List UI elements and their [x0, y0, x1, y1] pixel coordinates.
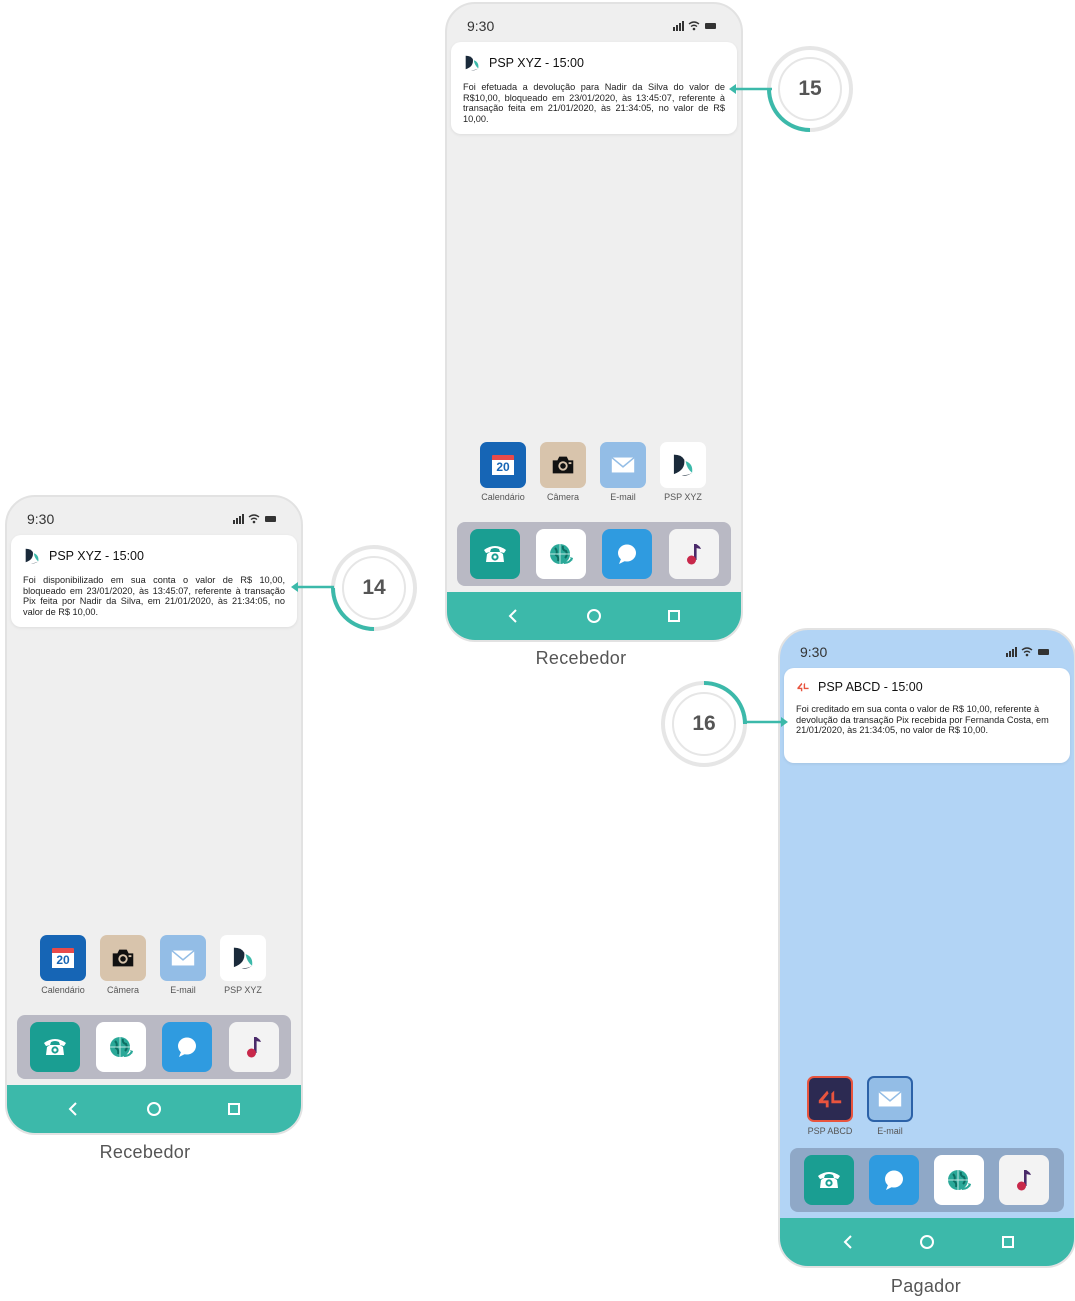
- status-bar: 9:30: [800, 644, 1050, 662]
- notification-card[interactable]: PSP XYZ - 15:00 Foi efetuada a devolução…: [451, 42, 737, 134]
- caption-recebedor: Recebedor: [99, 1142, 191, 1162]
- phone-recebedor-15: 9:30 PSP XYZ - 15:00 Foi efetuada a devo…: [445, 2, 743, 642]
- nav-bar: [447, 592, 741, 640]
- chat-icon[interactable]: [602, 529, 652, 579]
- app-label: Câmera: [106, 985, 139, 995]
- nav-bar: [7, 1085, 301, 1133]
- app-label: E-mail: [610, 492, 636, 502]
- app-label: Calendário: [481, 492, 525, 502]
- app-label: Câmera: [546, 492, 579, 502]
- app-label: PSP XYZ: [664, 492, 702, 502]
- chat-icon[interactable]: [162, 1022, 212, 1072]
- app-label: E-mail: [877, 1126, 903, 1136]
- mail-icon: [867, 1076, 913, 1122]
- app-label: PSP XYZ: [224, 985, 262, 995]
- status-time: 9:30: [800, 644, 828, 660]
- step-badge-14: 14: [328, 542, 420, 634]
- caption-pagador: Pagador: [890, 1276, 962, 1296]
- mail-icon: [600, 442, 646, 488]
- notification-body: Foi creditado em sua conta o valor de R$…: [796, 704, 1049, 736]
- calendar-day: 20: [492, 460, 514, 475]
- app-calendario[interactable]: 20 Calendário: [473, 442, 533, 502]
- recents-icon[interactable]: [998, 1232, 1018, 1252]
- app-grid: 20 Calendário Câmera E-mail PSP XYZ: [33, 935, 273, 995]
- app-grid: PSP ABCD E-mail: [800, 1076, 920, 1136]
- app-email[interactable]: E-mail: [593, 442, 653, 502]
- status-icons: [673, 21, 717, 31]
- notification-body: Foi disponibilizado em sua conta o valor…: [23, 575, 285, 617]
- notification-title: PSP XYZ - 15:00: [489, 56, 584, 70]
- psp-abcd-icon: [796, 680, 810, 694]
- app-psp-xyz[interactable]: PSP XYZ: [653, 442, 713, 502]
- music-icon[interactable]: [669, 529, 719, 579]
- psp-abcd-app-icon: [807, 1076, 853, 1122]
- phone-icon[interactable]: [804, 1155, 854, 1205]
- psp-xyz-icon: [463, 54, 481, 72]
- nav-bar: [780, 1218, 1074, 1266]
- phone-pagador-16: 9:30 PSP ABCD - 15:00 Foi creditado em s…: [778, 628, 1075, 1268]
- globe-icon[interactable]: [536, 529, 586, 579]
- dock: [457, 522, 731, 586]
- psp-xyz-app-icon: [220, 935, 266, 981]
- back-icon[interactable]: [63, 1099, 83, 1119]
- app-label: PSP ABCD: [807, 1126, 853, 1136]
- status-bar: 9:30: [27, 511, 277, 529]
- app-camera[interactable]: Câmera: [533, 442, 593, 502]
- globe-icon[interactable]: [96, 1022, 146, 1072]
- notification-body: Foi efetuada a devolução para Nadir da S…: [463, 82, 725, 124]
- phone-recebedor-14: 9:30 PSP XYZ - 15:00 Foi disponibilizado…: [5, 495, 303, 1135]
- recents-icon[interactable]: [224, 1099, 244, 1119]
- psp-xyz-app-icon: [660, 442, 706, 488]
- app-grid: 20 Calendário Câmera E-mail PSP XYZ: [473, 442, 713, 502]
- back-icon[interactable]: [503, 606, 523, 626]
- app-psp-abcd[interactable]: PSP ABCD: [800, 1076, 860, 1136]
- home-icon[interactable]: [144, 1099, 164, 1119]
- globe-icon[interactable]: [934, 1155, 984, 1205]
- app-email[interactable]: E-mail: [153, 935, 213, 995]
- status-time: 9:30: [27, 511, 55, 527]
- status-bar: 9:30: [467, 18, 717, 36]
- notification-title: PSP ABCD - 15:00: [818, 680, 923, 694]
- step-number: 16: [692, 712, 716, 735]
- notification-card[interactable]: PSP ABCD - 15:00 Foi creditado em sua co…: [784, 668, 1070, 763]
- camera-icon: [540, 442, 586, 488]
- phone-icon[interactable]: [30, 1022, 80, 1072]
- calendar-day: 20: [52, 953, 74, 968]
- calendar-icon: 20: [40, 935, 86, 981]
- status-icons: [1006, 647, 1050, 657]
- app-calendario[interactable]: 20 Calendário: [33, 935, 93, 995]
- status-time: 9:30: [467, 18, 495, 34]
- psp-xyz-icon: [23, 547, 41, 565]
- step-number: 15: [798, 77, 822, 100]
- calendar-icon: 20: [480, 442, 526, 488]
- dock: [790, 1148, 1064, 1212]
- recents-icon[interactable]: [664, 606, 684, 626]
- app-label: E-mail: [170, 985, 196, 995]
- home-icon[interactable]: [584, 606, 604, 626]
- connector-arrow-14: [291, 582, 334, 592]
- step-number: 14: [362, 576, 386, 599]
- step-badge-16: 16: [658, 678, 750, 770]
- home-icon[interactable]: [917, 1232, 937, 1252]
- dock: [17, 1015, 291, 1079]
- back-icon[interactable]: [838, 1232, 858, 1252]
- status-icons: [233, 514, 277, 524]
- app-psp-xyz[interactable]: PSP XYZ: [213, 935, 273, 995]
- connector-arrow-15: [729, 84, 772, 94]
- camera-icon: [100, 935, 146, 981]
- chat-icon[interactable]: [869, 1155, 919, 1205]
- caption-recebedor: Recebedor: [535, 648, 627, 668]
- step-badge-15: 15: [764, 43, 856, 135]
- mail-icon: [160, 935, 206, 981]
- app-label: Calendário: [41, 985, 85, 995]
- music-icon[interactable]: [229, 1022, 279, 1072]
- app-email[interactable]: E-mail: [860, 1076, 920, 1136]
- phone-icon[interactable]: [470, 529, 520, 579]
- notification-title: PSP XYZ - 15:00: [49, 549, 144, 563]
- app-camera[interactable]: Câmera: [93, 935, 153, 995]
- notification-card[interactable]: PSP XYZ - 15:00 Foi disponibilizado em s…: [11, 535, 297, 627]
- music-icon[interactable]: [999, 1155, 1049, 1205]
- connector-arrow-16: [743, 717, 788, 727]
